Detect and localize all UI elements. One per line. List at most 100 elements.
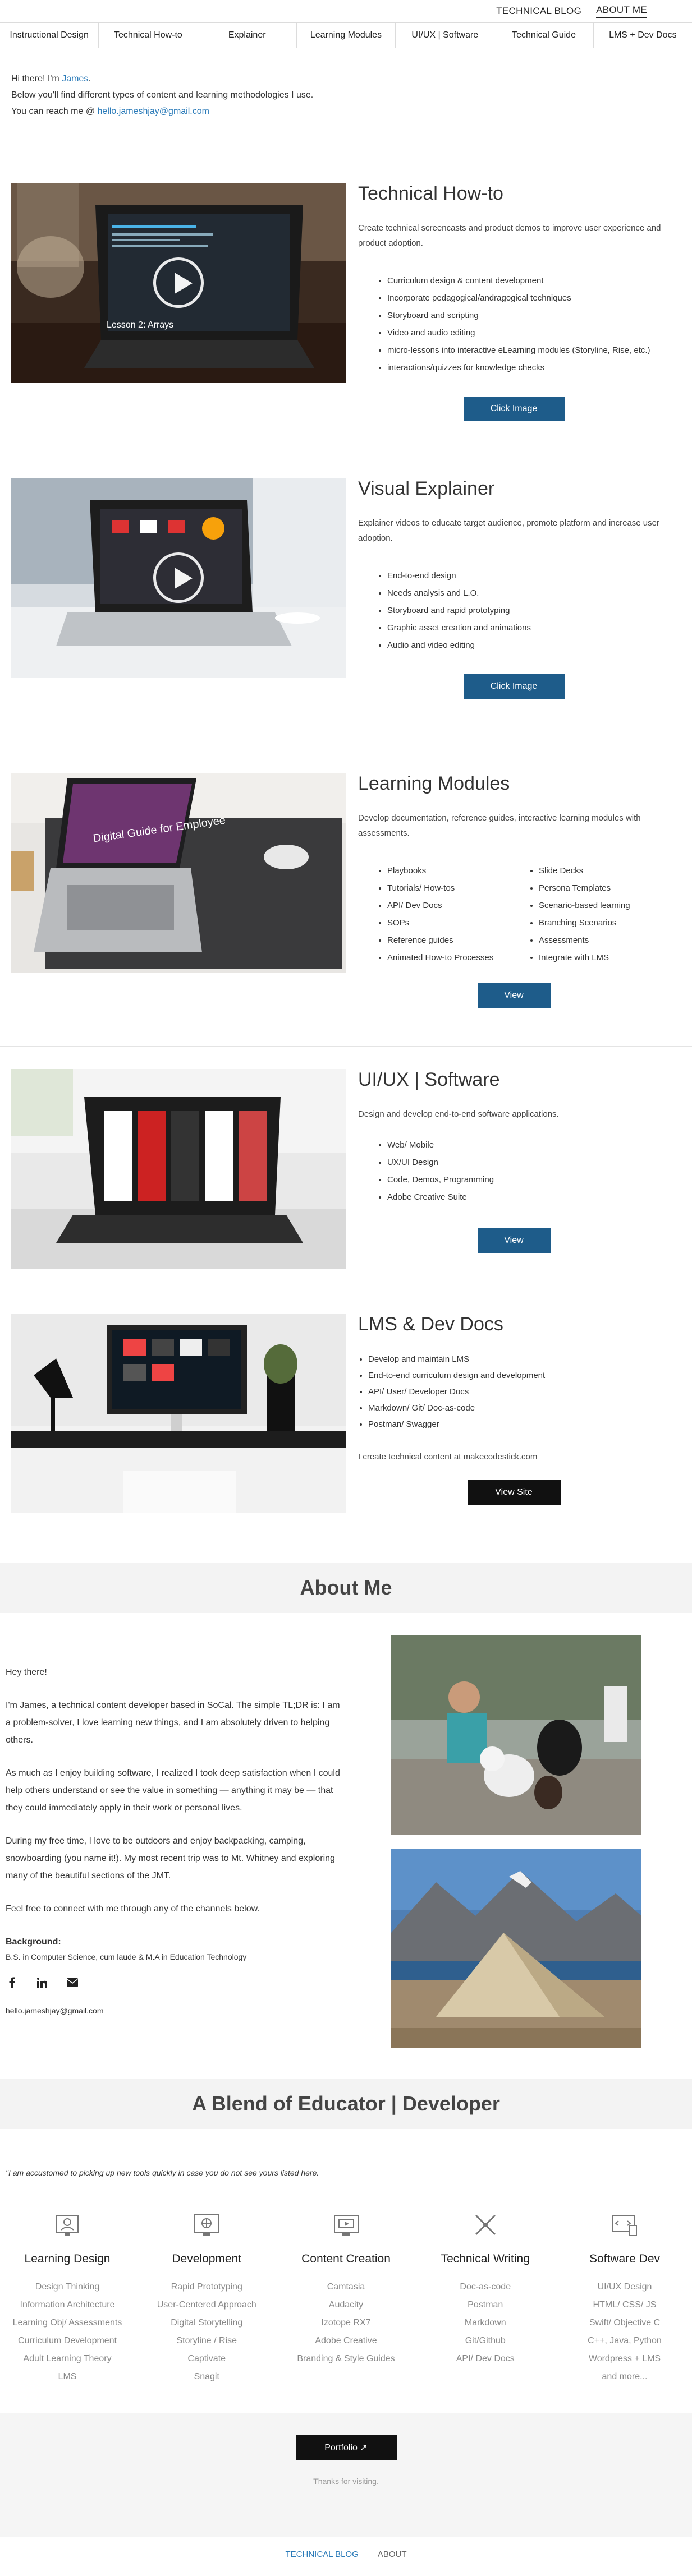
- tab-lms-dev-docs[interactable]: LMS + Dev Docs: [594, 23, 692, 48]
- bottom-nav-technical-blog[interactable]: TECHNICAL BLOG: [286, 2550, 359, 2559]
- skill-content-creation: Content Creation Camtasia Audacity Izoto…: [285, 2211, 408, 2386]
- uiux-view-button[interactable]: View: [477, 1228, 551, 1253]
- skill-line: API/ Dev Docs: [456, 2354, 515, 2363]
- explainer-image[interactable]: [11, 478, 346, 678]
- about-paragraph-3: During my free time, I love to be outdoo…: [6, 1836, 335, 1881]
- about-photos: [391, 1635, 641, 2062]
- skill-title: Content Creation: [301, 2252, 391, 2265]
- about-background-label: Background:: [6, 1937, 61, 1947]
- skill-line: Snagit: [194, 2372, 219, 2381]
- tab-instructional-design[interactable]: Instructional Design: [0, 23, 99, 48]
- about-heading: About Me: [0, 1563, 692, 1613]
- skill-title: Learning Design: [24, 2252, 111, 2265]
- explainer-play-icon[interactable]: [153, 552, 204, 603]
- howto-click-image-button[interactable]: Click Image: [463, 397, 565, 421]
- lms-content: LMS & Dev Docs Develop and maintain LMS …: [346, 1314, 686, 1540]
- skill-line: Izotope RX7: [321, 2318, 371, 2328]
- list-item: Graphic asset creation and animations: [387, 619, 670, 637]
- skill-line: Audacity: [328, 2300, 364, 2310]
- bottom-nav: TECHNICAL BLOG ABOUT: [0, 2537, 692, 2576]
- intro-contact-label: You can reach me @: [11, 107, 98, 116]
- section-lms-dev-docs: LMS & Dev Docs Develop and maintain LMS …: [0, 1291, 692, 1563]
- top-nav: TECHNICAL BLOG ABOUT ME: [0, 0, 692, 22]
- about-photo-tent: [391, 1849, 641, 2048]
- skill-line: Learning Obj/ Assessments: [12, 2318, 122, 2328]
- lms-list: Develop and maintain LMS End-to-end curr…: [358, 1351, 670, 1432]
- nav-technical-blog[interactable]: TECHNICAL BLOG: [496, 6, 581, 17]
- list-item: Reference guides: [387, 932, 526, 949]
- howto-image-caption: Lesson 2: Arrays: [107, 320, 174, 330]
- skill-line: Branding & Style Guides: [297, 2354, 395, 2363]
- software-dev-icon: [612, 2215, 637, 2236]
- tab-technical-guide[interactable]: Technical Guide: [494, 23, 594, 48]
- modules-view-button[interactable]: View: [477, 983, 551, 1008]
- section-technical-how-to: Lesson 2: Arrays Technical How-to Create…: [0, 160, 692, 455]
- howto-list: Curriculum design & content development …: [358, 272, 670, 376]
- explainer-content: Visual Explainer Explainer videos to edu…: [346, 478, 686, 727]
- skill-line: UI/UX Design: [597, 2282, 652, 2292]
- list-item: Tutorials/ How-tos: [387, 879, 526, 897]
- list-item: Video and audio editing: [387, 324, 670, 342]
- skill-line: HTML/ CSS/ JS: [593, 2300, 657, 2310]
- skill-line: Captivate: [187, 2354, 226, 2363]
- about-email[interactable]: hello.jameshjay@gmail.com: [6, 2002, 346, 2020]
- uiux-list: Web/ Mobile UX/UI Design Code, Demos, Pr…: [358, 1136, 670, 1206]
- about-paragraph-2: As much as I enjoy building software, I …: [6, 1768, 340, 1813]
- linkedin-icon[interactable]: [36, 1976, 48, 1989]
- list-item: Persona Templates: [539, 879, 630, 897]
- tools-note: "I am accustomed to picking up new tools…: [6, 2168, 319, 2177]
- skill-software-dev: Software Dev UI/UX Design HTML/ CSS/ JS …: [563, 2211, 686, 2386]
- learning-design-icon: [56, 2215, 79, 2236]
- howto-image[interactable]: Lesson 2: Arrays: [11, 183, 346, 383]
- skill-title: Development: [172, 2252, 242, 2265]
- modules-image: Digital Guide for Employee: [11, 773, 346, 973]
- tab-ui-ux-software[interactable]: UI/UX | Software: [396, 23, 495, 48]
- modules-lists: Playbooks Tutorials/ How-tos API/ Dev Do…: [358, 841, 670, 966]
- skill-line: Adult Learning Theory: [23, 2354, 112, 2363]
- about-paragraph-1: I'm James, a technical content developer…: [6, 1701, 340, 1745]
- list-item: UX/UI Design: [387, 1154, 670, 1171]
- tab-learning-modules[interactable]: Learning Modules: [297, 23, 396, 48]
- tab-technical-how-to[interactable]: Technical How-to: [99, 23, 198, 48]
- explainer-click-image-button[interactable]: Click Image: [463, 674, 565, 699]
- tent-photo: [391, 1849, 641, 2048]
- portfolio-button[interactable]: Portfolio ↗: [295, 2435, 397, 2460]
- intro-email-link[interactable]: hello.jameshjay@gmail.com: [98, 107, 209, 116]
- list-item: API/ User/ Developer Docs: [368, 1384, 670, 1400]
- bottom-nav-about[interactable]: ABOUT: [378, 2550, 407, 2559]
- section-ui-ux-software: UI/UX | Software Design and develop end-…: [0, 1047, 692, 1291]
- list-item: micro-lessons into interactive eLearning…: [387, 342, 670, 359]
- nav-about-me[interactable]: ABOUT ME: [596, 4, 647, 18]
- lms-view-site-button[interactable]: View Site: [467, 1480, 561, 1505]
- howto-play-icon[interactable]: [153, 257, 204, 308]
- skill-learning-design: Learning Design Design Thinking Informat…: [6, 2211, 129, 2386]
- skill-line: LMS: [58, 2372, 77, 2381]
- intro: Hi there! I'm James. Below you'll find d…: [6, 48, 686, 160]
- list-item: Incorporate pedagogical/andragogical tec…: [387, 289, 670, 307]
- list-item: Scenario-based learning: [539, 897, 630, 914]
- modules-title: Learning Modules: [358, 773, 510, 794]
- howto-description: Create technical screencasts and product…: [358, 223, 661, 248]
- about-greeting: Hey there!: [6, 1667, 47, 1677]
- skill-line: Wordpress + LMS: [588, 2354, 661, 2363]
- list-item: API/ Dev Docs: [387, 897, 526, 914]
- intro-name: James: [62, 74, 89, 84]
- list-item: Web/ Mobile: [387, 1136, 670, 1154]
- skill-line: and more...: [602, 2372, 648, 2381]
- modules-description: Develop documentation, reference guides,…: [358, 813, 641, 838]
- intro-contact: You can reach me @ hello.jameshjay@gmail…: [11, 103, 681, 119]
- footer: Portfolio ↗ Thanks for visiting.: [0, 2413, 692, 2537]
- facebook-icon[interactable]: [6, 1976, 18, 1989]
- list-item: Code, Demos, Programming: [387, 1171, 670, 1188]
- list-item: Postman/ Swagger: [368, 1416, 670, 1432]
- lms-photo: [11, 1314, 346, 1513]
- list-item: Slide Decks: [539, 862, 630, 879]
- list-item: SOPs: [387, 914, 526, 932]
- skill-title: Technical Writing: [441, 2252, 530, 2265]
- list-item: End-to-end design: [387, 567, 670, 584]
- skill-title: Software Dev: [589, 2252, 661, 2265]
- email-icon[interactable]: [66, 1976, 79, 1989]
- list-item: Adobe Creative Suite: [387, 1188, 670, 1206]
- tab-explainer[interactable]: Explainer: [198, 23, 297, 48]
- list-item: Animated How-to Processes: [387, 949, 526, 966]
